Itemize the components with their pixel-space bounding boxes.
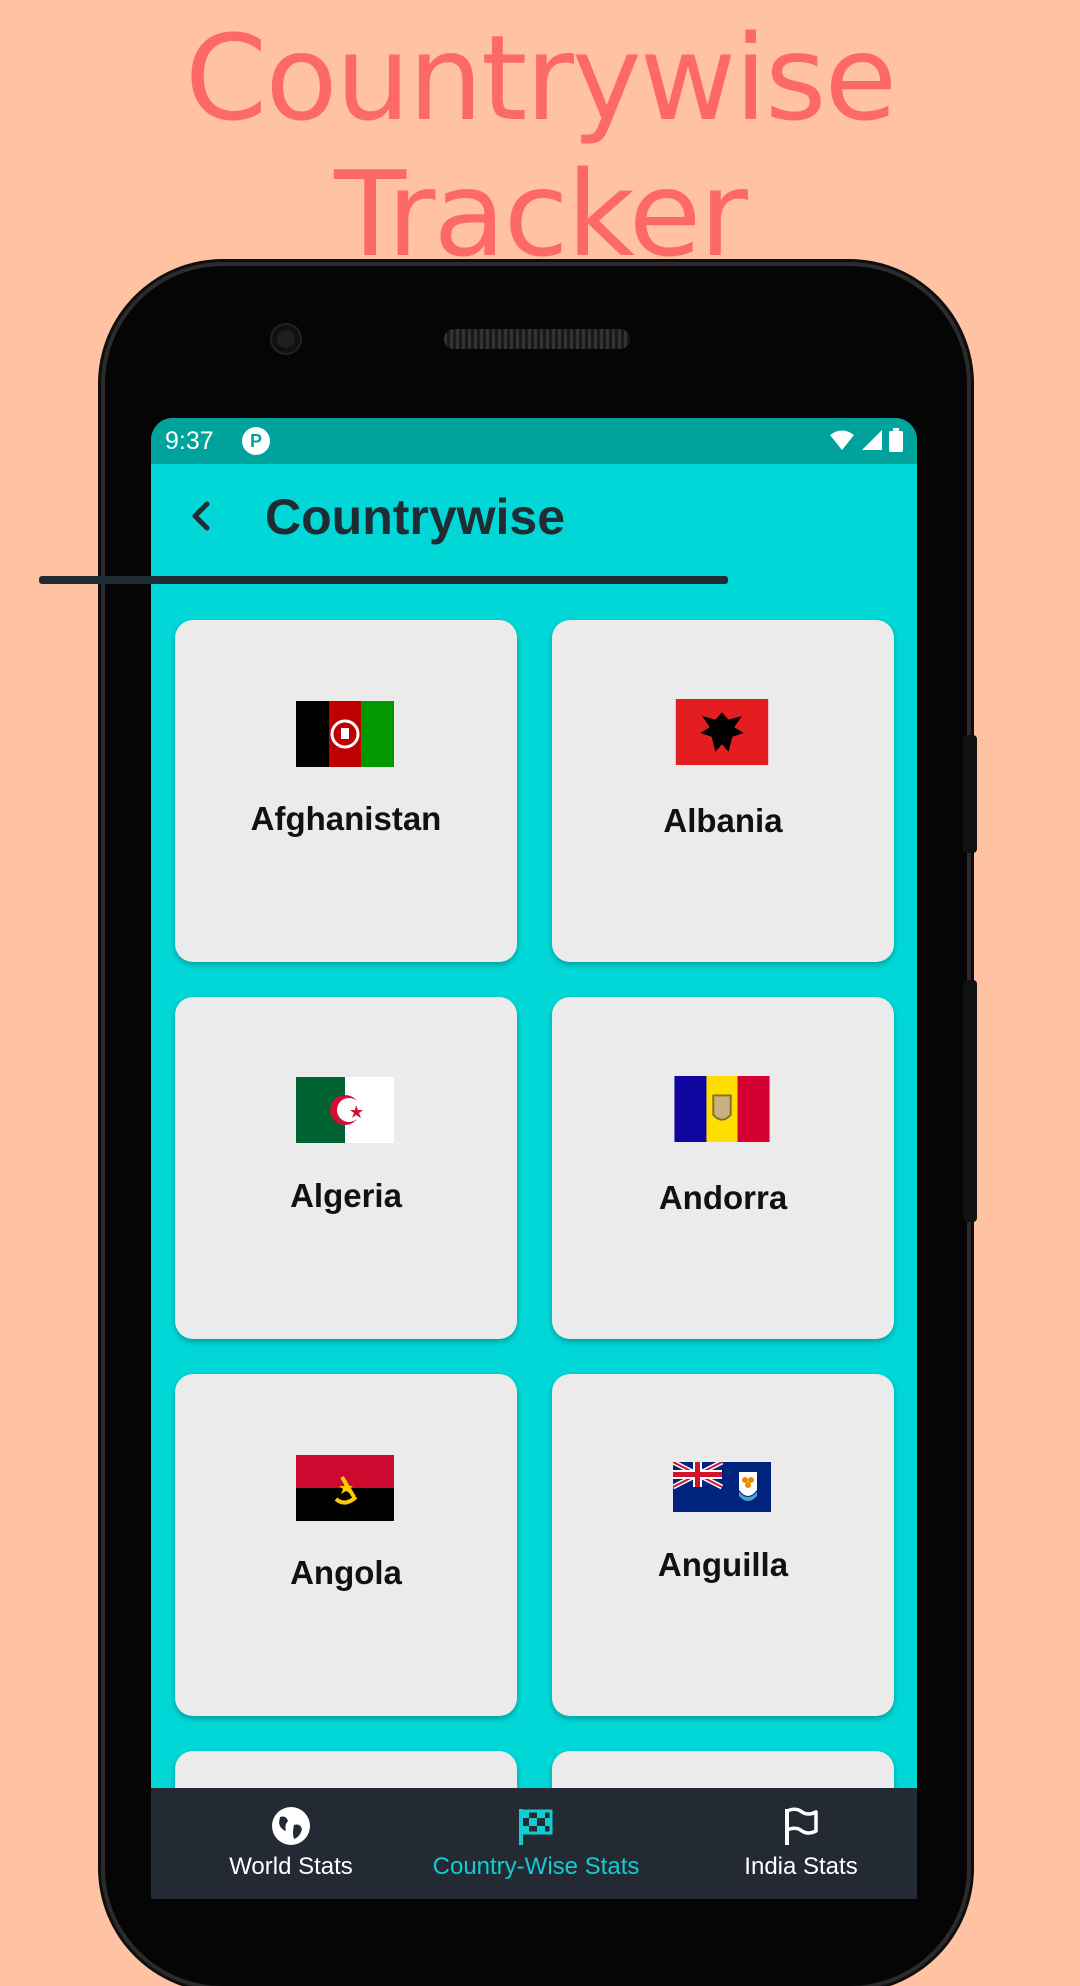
flag-icon	[785, 1807, 818, 1845]
signal-icon	[862, 430, 882, 450]
app-bar: Countrywise	[151, 464, 917, 574]
nav-label: World Stats	[229, 1853, 353, 1880]
wifi-icon	[830, 430, 854, 450]
albania-flag-icon	[675, 699, 769, 765]
front-camera	[272, 325, 300, 353]
power-button	[963, 980, 977, 1222]
back-arrow-icon[interactable]	[181, 496, 221, 536]
anguilla-flag-icon	[673, 1462, 771, 1512]
page-title: Countrywise	[265, 489, 566, 545]
country-name: Anguilla	[657, 1546, 789, 1583]
algeria-flag-icon	[296, 1077, 394, 1143]
notification-app-icon: P	[242, 427, 270, 455]
volume-button	[963, 735, 977, 853]
nav-label: Country-Wise Stats	[432, 1853, 640, 1880]
country-card-andorra[interactable]: Andorra	[552, 997, 894, 1339]
status-time: 9:37	[165, 427, 214, 455]
title-divider	[39, 576, 728, 584]
country-card-angola[interactable]: Angola	[175, 1374, 517, 1716]
country-name: Angola	[290, 1554, 402, 1591]
bottom-nav: World Stats Country-Wise Stats India Sta…	[151, 1788, 917, 1899]
country-card-albania[interactable]: Albania	[552, 620, 894, 962]
earpiece-speaker	[444, 329, 630, 349]
checkered-flag-icon	[519, 1809, 553, 1845]
battery-icon	[889, 428, 903, 452]
status-icons	[829, 428, 903, 452]
country-name: Algeria	[290, 1177, 402, 1214]
promo-title-line2: Tracker	[334, 145, 748, 283]
country-card-afghanistan[interactable]: Afghanistan	[175, 620, 517, 962]
country-card-partial[interactable]	[175, 1751, 517, 1791]
promo-title-line1: Countrywise	[184, 9, 897, 147]
country-name: Afghanistan	[250, 800, 442, 837]
nav-country-wise-stats[interactable]: Country-Wise Stats	[406, 1788, 666, 1899]
andorra-flag-icon	[674, 1076, 770, 1142]
afghanistan-flag-icon	[296, 701, 394, 767]
country-name: Albania	[663, 802, 783, 839]
angola-flag-icon	[296, 1455, 394, 1521]
globe-icon	[272, 1807, 310, 1845]
promo-title: Countrywise Tracker	[0, 10, 1080, 282]
country-name: Andorra	[658, 1179, 788, 1216]
country-card-algeria[interactable]: Algeria	[175, 997, 517, 1339]
status-bar: 9:37 P	[151, 418, 917, 464]
country-card-anguilla[interactable]: Anguilla	[552, 1374, 894, 1716]
country-card-partial[interactable]	[552, 1751, 894, 1791]
nav-india-stats[interactable]: India Stats	[711, 1788, 891, 1899]
nav-label: India Stats	[744, 1853, 858, 1880]
nav-world-stats[interactable]: World Stats	[191, 1788, 391, 1899]
